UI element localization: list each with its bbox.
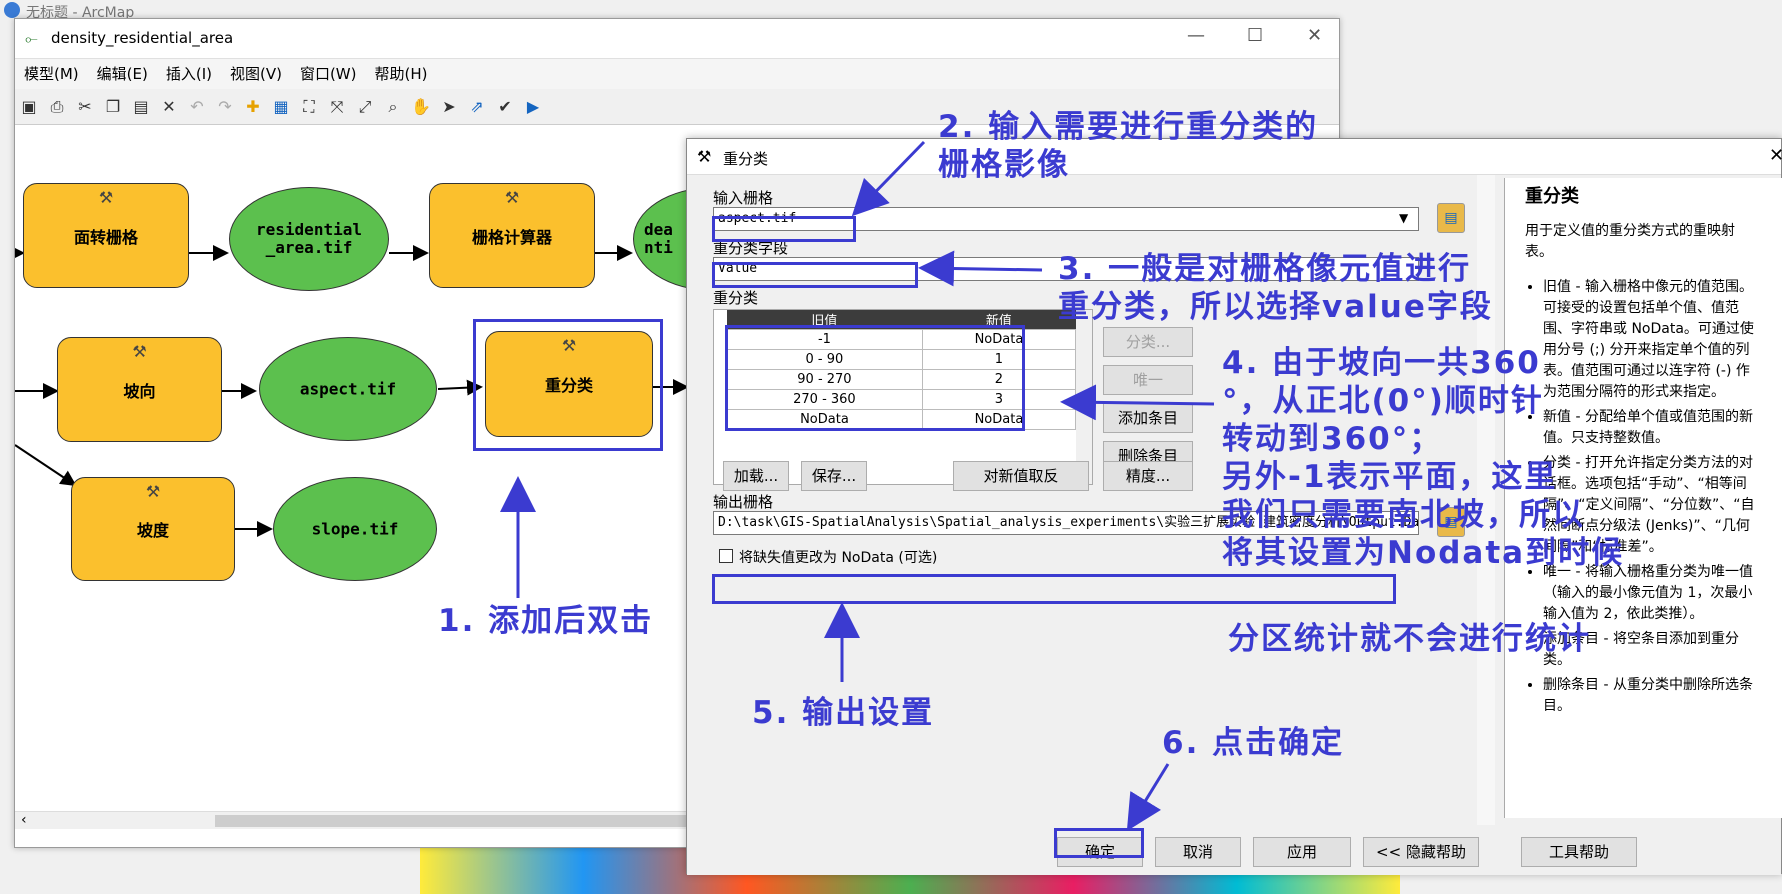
annotation-step-5: 5. 输出设置 (752, 695, 935, 731)
annotation-step-3: 3. 一般是对栅格像元值进行 重分类，所以选择value字段 (1058, 251, 1493, 325)
annotation-step-1: 1. 添加后双击 (438, 603, 654, 639)
annotation-step-4-cont: 分区统计就不会进行统计 (1228, 621, 1591, 657)
annotation-step-6: 6. 点击确定 (1162, 725, 1345, 761)
annotation-step-2: 2. 输入需要进行重分类的 栅格影像 (938, 109, 1319, 183)
annotation-step-4: 4. 由于坡向一共360 °，从正北(0°)顺时针 转动到360°； 另外-1表… (1222, 345, 1625, 571)
